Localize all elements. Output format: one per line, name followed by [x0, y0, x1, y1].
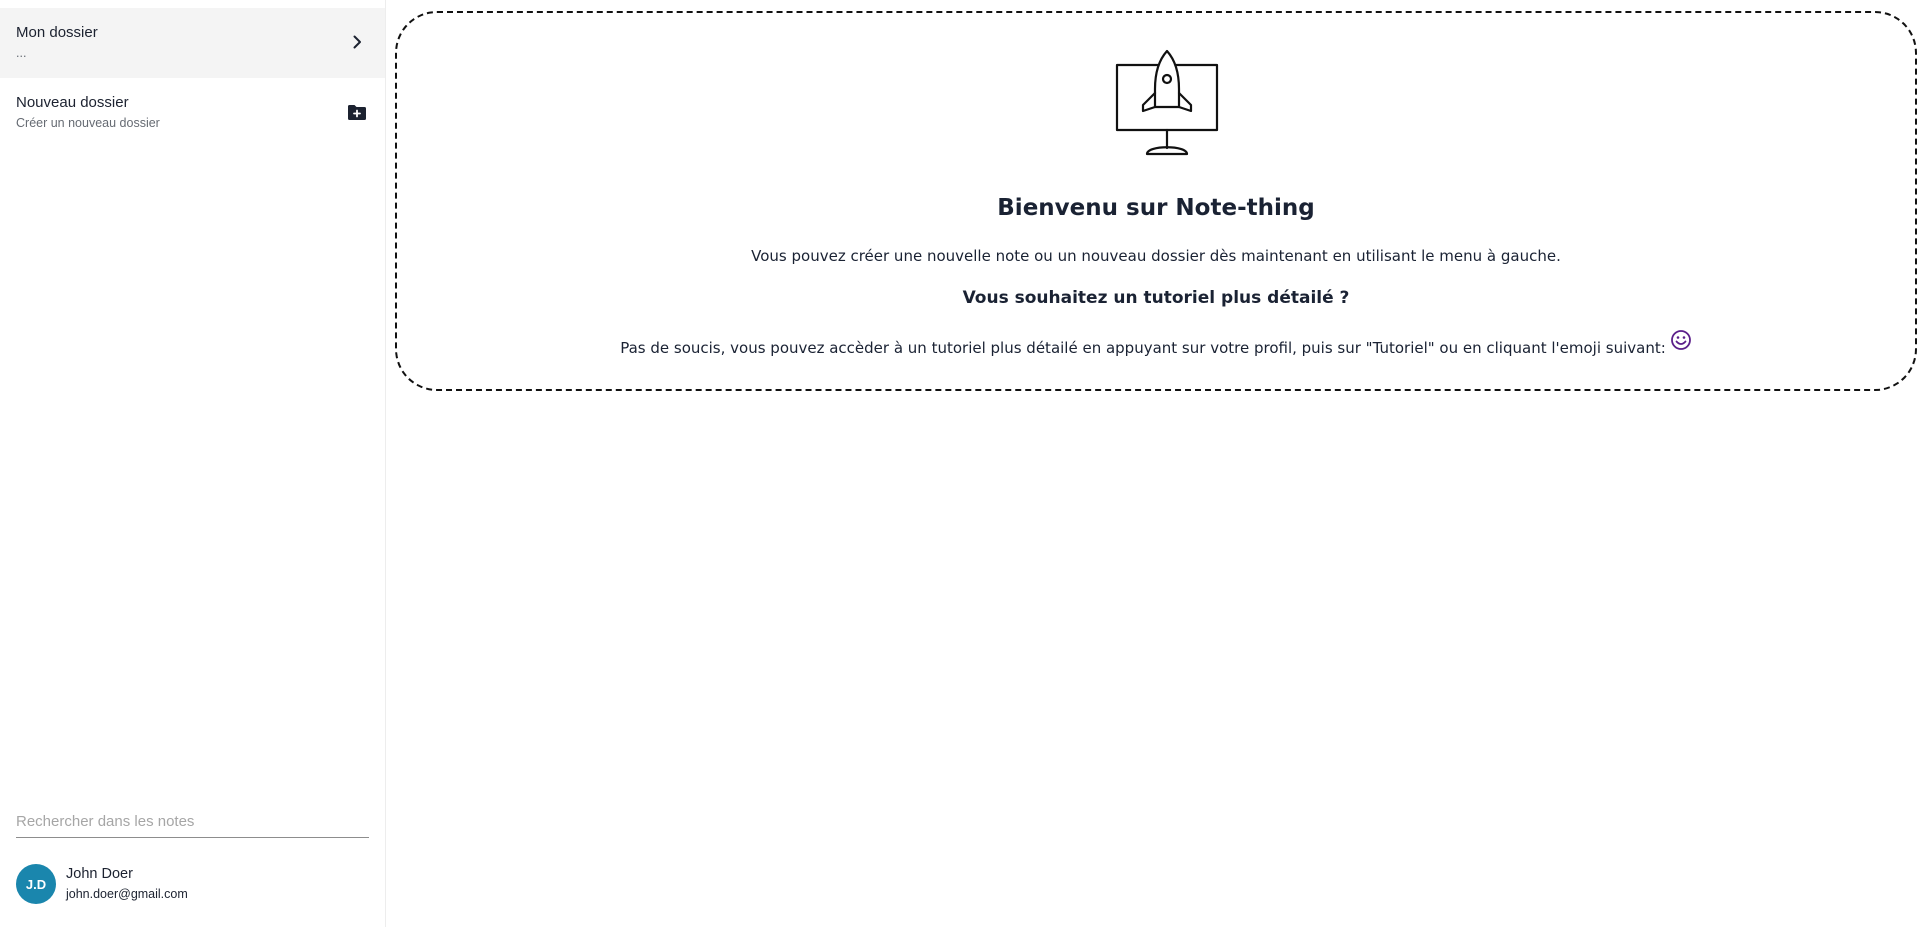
- tutorial-text: Pas de soucis, vous pouvez accèder à un …: [620, 339, 1666, 357]
- welcome-card: Bienvenu sur Note-thing Vous pouvez crée…: [395, 11, 1917, 391]
- welcome-intro: Vous pouvez créer une nouvelle note ou u…: [751, 247, 1561, 265]
- sidebar: Mon dossier ... Nouveau dossier Créer un…: [0, 0, 386, 927]
- new-folder-button[interactable]: Nouveau dossier Créer un nouveau dossier: [0, 78, 385, 148]
- profile-email: john.doer@gmail.com: [66, 887, 188, 901]
- main-content: Bienvenu sur Note-thing Vous pouvez crée…: [387, 0, 1920, 927]
- folder-item-mon-dossier[interactable]: Mon dossier ...: [0, 8, 385, 78]
- avatar[interactable]: J.D: [16, 864, 56, 904]
- smiley-icon[interactable]: [1670, 329, 1692, 351]
- user-profile[interactable]: J.D John Doer john.doer@gmail.com: [16, 864, 356, 906]
- folder-subtitle: ...: [16, 46, 27, 60]
- welcome-title: Bienvenu sur Note-thing: [997, 195, 1315, 221]
- tutorial-paragraph: Pas de soucis, vous pouvez accèder à un …: [397, 329, 1915, 357]
- folder-title: Mon dossier: [16, 24, 98, 41]
- chevron-right-icon[interactable]: [347, 32, 367, 52]
- rocket-monitor-icon: [1115, 49, 1219, 156]
- profile-name: John Doer: [66, 866, 133, 882]
- folder-add-icon[interactable]: [347, 102, 367, 122]
- search-input[interactable]: [16, 806, 369, 838]
- tutorial-title: Vous souhaitez un tutoriel plus détailé …: [962, 288, 1350, 308]
- folder-title: Nouveau dossier: [16, 94, 129, 111]
- folder-subtitle: Créer un nouveau dossier: [16, 116, 160, 130]
